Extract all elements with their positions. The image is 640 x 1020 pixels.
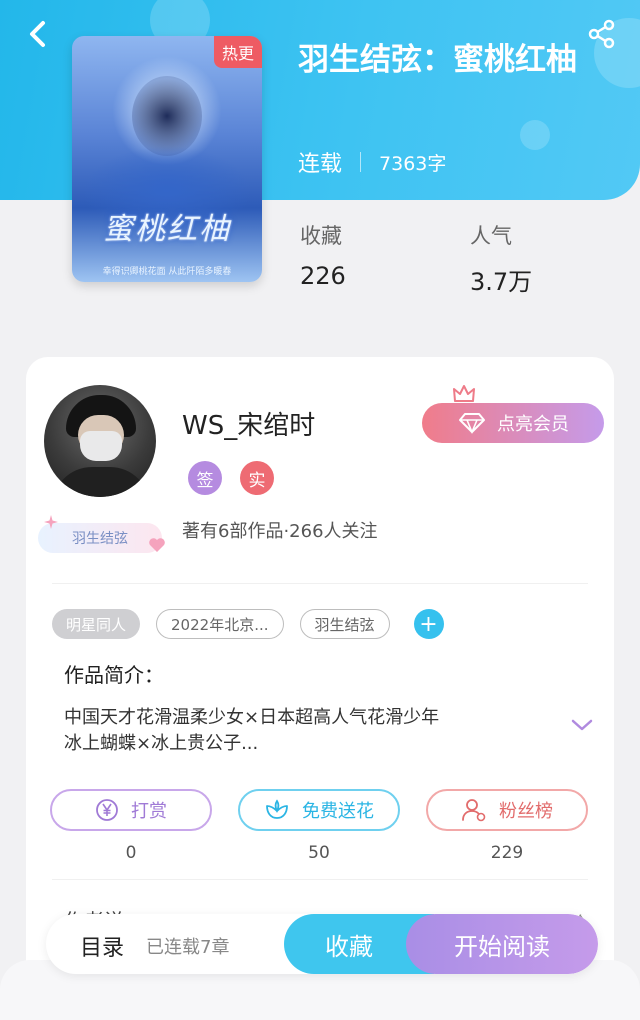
fan-badge: 羽生结弦 — [38, 515, 165, 561]
author-meta: 著有6部作品·266人关注 — [182, 521, 378, 542]
reward-label: 打赏 — [131, 801, 167, 822]
author-name[interactable]: WS_宋绾时 — [182, 405, 315, 442]
intro-line: 冰上蝴蝶×冰上贵公子... — [64, 733, 259, 754]
fan-ranking-button[interactable]: 粉丝榜 — [426, 789, 588, 831]
status-divider — [360, 152, 362, 172]
stat-value: 226 — [300, 262, 346, 290]
crown-icon — [453, 385, 475, 402]
chevron-down-icon — [571, 719, 593, 731]
vip-button[interactable]: 点亮会员 — [422, 403, 604, 443]
cover-hot-tag: 热更 — [213, 36, 262, 68]
divider — [52, 583, 588, 584]
reward-button[interactable]: 打赏 — [50, 789, 212, 831]
fan-count: 229 — [490, 843, 524, 863]
divider — [52, 879, 588, 880]
table-of-contents-button[interactable]: 目录 — [80, 930, 124, 962]
back-button[interactable] — [18, 14, 58, 54]
send-flower-label: 免费送花 — [302, 801, 374, 822]
heart-icon — [149, 538, 165, 552]
book-title: 羽生结弦：蜜桃红柚 — [298, 42, 577, 78]
book-info-card: 羽生结弦 WS_宋绾时 签 实 著有6部作品·266人关注 点亮会员 明星同人 … — [26, 357, 614, 997]
stat-label: 收藏 — [300, 224, 342, 248]
tag-chip[interactable]: 羽生结弦 — [299, 609, 390, 639]
stat-value: 3.7万 — [470, 268, 533, 296]
flower-count: 50 — [308, 843, 330, 863]
chevron-left-icon — [30, 21, 45, 47]
yen-icon — [96, 799, 118, 821]
send-flower-button[interactable]: 免费送花 — [238, 789, 400, 831]
book-cover[interactable]: 热更 蜜桃红柚 幸得识卿桃花面 从此阡陌多暖春 — [72, 36, 262, 282]
intro-title: 作品简介： — [64, 663, 164, 687]
diamond-icon — [459, 413, 485, 434]
stat-popularity: 人气 3.7万 — [470, 220, 532, 297]
verified-badge: 实 — [240, 461, 274, 495]
cover-art-title: 蜜桃红柚 — [103, 212, 231, 247]
tag-chip[interactable]: 明星同人 — [52, 609, 141, 639]
favorite-label: 收藏 — [325, 932, 373, 961]
stat-favorites: 收藏 226 — [300, 220, 346, 290]
add-tag-button[interactable]: + — [413, 609, 444, 639]
author-avatar[interactable] — [44, 385, 156, 497]
plus-icon: + — [419, 611, 438, 637]
chapter-count: 已连载7章 — [146, 937, 230, 958]
serial-status: 连载 — [298, 152, 343, 177]
tag-list: 明星同人 2022年北京... 羽生结弦 + — [52, 609, 444, 639]
reward-count: 0 — [125, 843, 137, 863]
word-count: 7363字 — [379, 152, 447, 175]
user-icon — [462, 799, 486, 822]
stat-label: 人气 — [470, 224, 512, 248]
start-reading-button[interactable]: 开始阅读 — [406, 914, 598, 974]
intro-text[interactable]: 中国天才花滑温柔少女×日本超高人气花滑少年 冰上蝴蝶×冰上贵公子... — [64, 705, 534, 757]
cover-art-subtitle: 幸得识卿桃花面 从此阡陌多暖春 — [102, 267, 232, 277]
book-status: 连载 7363字 — [298, 146, 446, 178]
sparkle-icon — [44, 515, 58, 529]
start-reading-label: 开始阅读 — [454, 932, 550, 961]
flower-icon — [266, 799, 288, 819]
book-detail-page: 羽生结弦：蜜桃红柚 连载 7363字 热更 蜜桃红柚 幸得识卿桃花面 从此阡陌多… — [0, 0, 640, 1020]
expand-intro-button[interactable] — [570, 717, 594, 737]
tag-chip[interactable]: 2022年北京... — [156, 609, 284, 639]
fan-ranking-label: 粉丝榜 — [499, 801, 553, 822]
intro-line: 中国天才花滑温柔少女×日本超高人气花滑少年 — [64, 707, 440, 728]
signed-badge: 签 — [188, 461, 222, 495]
vip-button-label: 点亮会员 — [497, 414, 569, 435]
bottom-action-bar: 目录 已连载7章 收藏 开始阅读 — [46, 914, 598, 974]
